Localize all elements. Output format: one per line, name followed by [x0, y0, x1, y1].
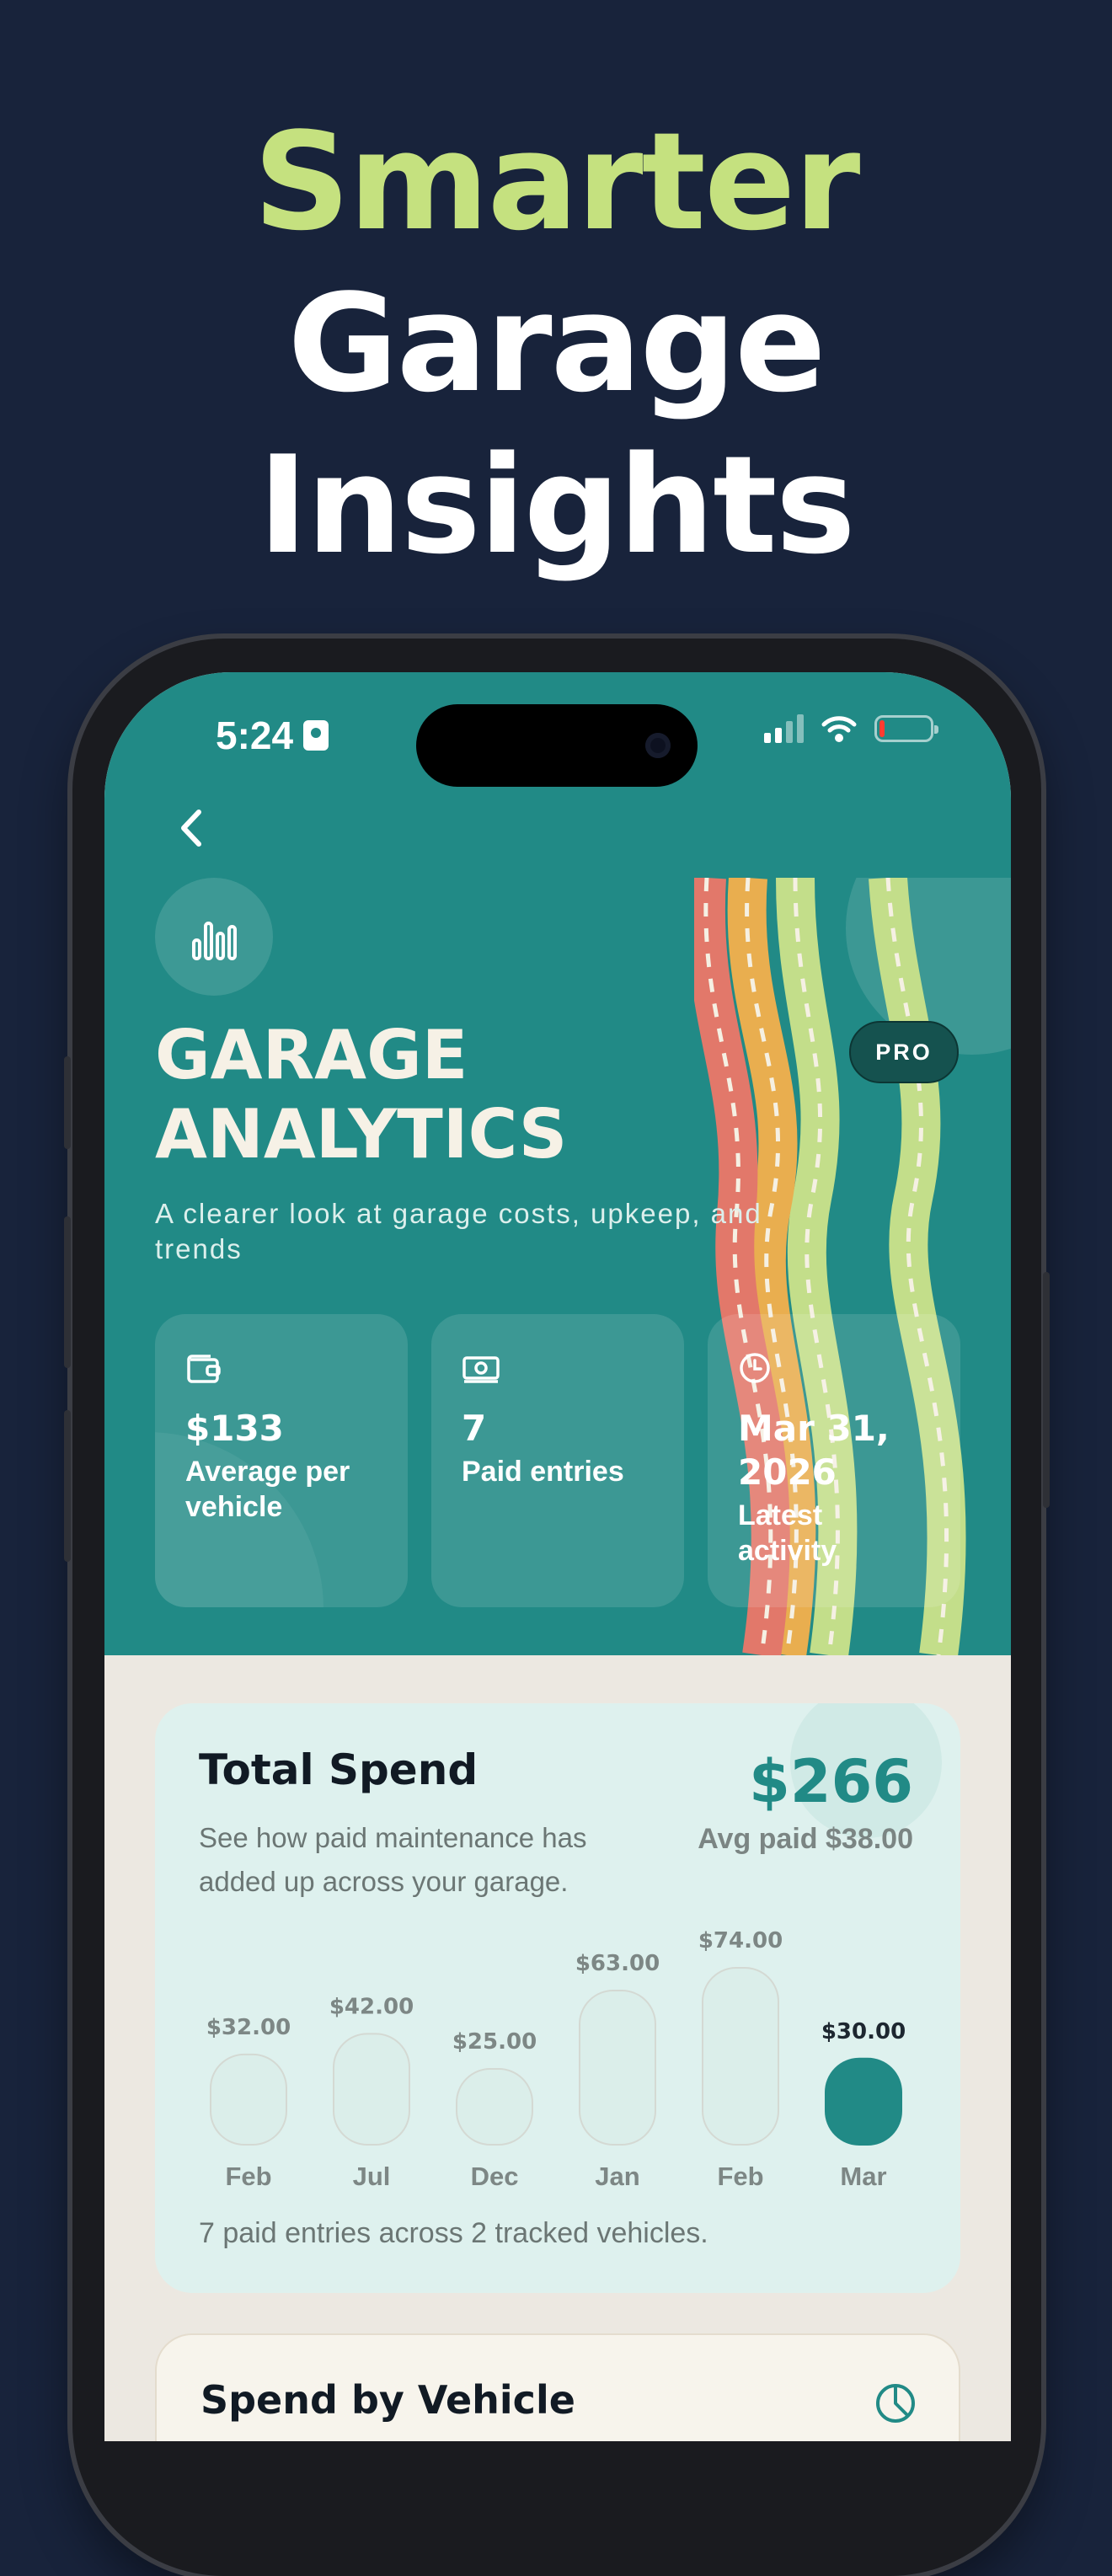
volume-up-button [64, 1216, 71, 1368]
pro-badge: PRO [849, 1021, 959, 1083]
analytics-icon-badge [155, 878, 273, 996]
cellular-signal-icon [764, 714, 804, 743]
bar-value-label: $42.00 [329, 1994, 414, 2019]
bar-category-label: Jan [595, 2162, 639, 2191]
cash-icon [462, 1356, 500, 1383]
wifi-icon [821, 716, 857, 742]
clock: 5:24 [216, 713, 294, 757]
stat-card-latest: Mar 31, 2026 Latest activity [708, 1314, 960, 1607]
stat-value: 7 [462, 1408, 487, 1449]
stat-label: Latest activity [738, 1499, 837, 1567]
bar-chart-icon [192, 922, 237, 960]
headline-line-2: Garage [287, 265, 826, 422]
bar-value-label: $63.00 [575, 1951, 660, 1976]
status-bar-left: 5:24 [216, 713, 329, 758]
marketing-headline: Smarter Garage Insights [0, 101, 1112, 586]
stat-label: Paid entries [462, 1456, 624, 1488]
pie-chart-icon [876, 2384, 915, 2423]
app-screen: 5:24 GARAGE ANALYTICS A clearer look at … [104, 672, 1011, 2441]
headline-line-1: Smarter [253, 103, 861, 260]
bar-value-label: $74.00 [698, 1928, 783, 1953]
stat-card-entries: 7 Paid entries [431, 1314, 684, 1607]
total-spend-card: Total Spend See how paid maintenance has… [155, 1703, 960, 2293]
page-title: GARAGE ANALYTICS [155, 1016, 567, 1174]
chevron-left-icon[interactable] [163, 799, 222, 858]
bar-category-label: Dec [471, 2162, 519, 2191]
spend-bar[interactable] [456, 2068, 533, 2146]
stat-value: $133 [185, 1408, 284, 1449]
bar-value-label: $30.00 [821, 2019, 906, 2044]
headline-line-3: Insights [258, 426, 856, 584]
wallet-icon [187, 1355, 221, 1383]
stat-card-average: $133 Average per vehicle [155, 1314, 408, 1607]
title-line-1: GARAGE [155, 1016, 468, 1094]
dynamic-island [416, 704, 698, 787]
volume-down-button [64, 1410, 71, 1562]
spend-bar[interactable] [210, 2053, 287, 2146]
spend-bar[interactable] [333, 2033, 410, 2146]
monthly-spend-chart: $32.00 Feb $42.00 Jul $25.00 Dec $63.00 Jan $74.… [206, 1928, 906, 2191]
clock-icon [740, 1353, 770, 1383]
action-button [64, 1056, 71, 1149]
bar-value-label: $25.00 [452, 2029, 537, 2055]
bar-value-label: $32.00 [206, 2015, 291, 2040]
bar-category-label: Feb [717, 2162, 763, 2191]
spend-bar[interactable] [702, 1967, 779, 2146]
battery-icon [874, 715, 938, 742]
analytics-hero: 5:24 GARAGE ANALYTICS A clearer look at … [104, 672, 1011, 1655]
bar-category-label: Mar [840, 2162, 886, 2191]
battery-level [879, 720, 885, 737]
stat-value: Mar 31, 2026 [738, 1408, 890, 1493]
spend-bar[interactable] [825, 2057, 902, 2146]
status-bar-right [764, 714, 938, 743]
total-spend-footer: 7 paid entries across 2 tracked vehicles… [199, 2217, 708, 2249]
power-button [1043, 1272, 1050, 1508]
spend-by-vehicle-card[interactable]: Spend by Vehicle [155, 2333, 960, 2441]
page-subtitle: A clearer look at garage costs, upkeep, … [155, 1198, 762, 1264]
front-camera [645, 733, 671, 758]
id-badge-icon [303, 720, 329, 751]
title-line-2: ANALYTICS [155, 1095, 568, 1173]
spend-bar[interactable] [579, 1989, 656, 2146]
bar-category-label: Feb [225, 2162, 271, 2191]
bar-category-label: Jul [353, 2162, 391, 2191]
